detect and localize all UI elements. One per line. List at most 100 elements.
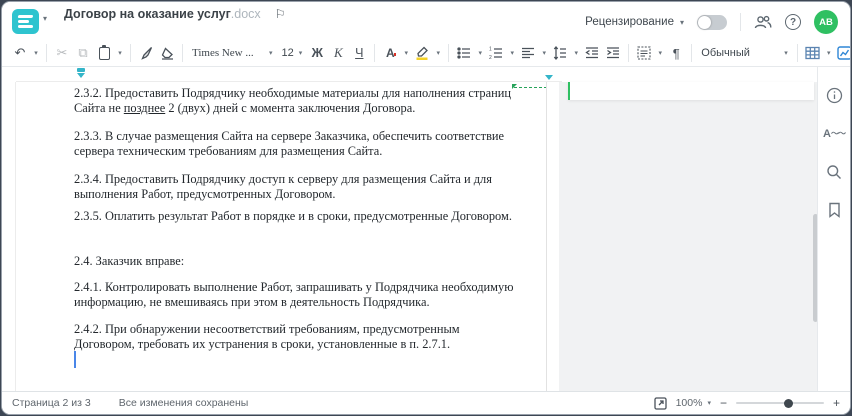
zoom-slider-thumb[interactable] xyxy=(784,398,794,408)
fit-to-width-icon[interactable] xyxy=(653,396,667,410)
status-bar: Страница 2 из 3 Все изменения сохранены … xyxy=(2,391,850,414)
undo-caret-icon[interactable]: ▾ xyxy=(31,42,41,64)
paragraph-style-value: Обычный xyxy=(701,47,750,59)
app-logo-icon[interactable] xyxy=(12,9,39,34)
left-indent-marker[interactable] xyxy=(77,73,85,78)
toolbar-divider xyxy=(46,44,47,62)
numbered-list-button[interactable]: 12 xyxy=(486,42,506,64)
zoom-in-button[interactable]: + xyxy=(833,396,840,410)
right-indent-marker[interactable] xyxy=(545,75,553,80)
app-window: ▾ Договор на оказание услуг.docx ⚐ Реценз… xyxy=(1,1,851,415)
undo-button[interactable]: ↶ xyxy=(10,42,30,64)
review-mode-label[interactable]: Рецензирование xyxy=(585,16,674,28)
underline-button[interactable]: Ч xyxy=(349,42,369,64)
page-indicator[interactable]: Страница 2 из 3 xyxy=(12,397,91,409)
bullet-list-button[interactable] xyxy=(454,42,474,64)
line-spacing-button[interactable] xyxy=(550,42,570,64)
clear-formatting-button[interactable] xyxy=(157,42,177,64)
toolbar: ↶ ▾ ✂ ⧉ ▾ Times New ... ▾ 12 ▾ Ж К Ч А ▾ xyxy=(2,40,850,67)
zoom-value[interactable]: 100% xyxy=(676,397,703,409)
flag-icon[interactable]: ⚐ xyxy=(275,7,286,21)
comment-anchor-connector xyxy=(512,84,546,89)
align-caret-icon[interactable]: ▾ xyxy=(539,42,549,64)
document-title-text: Договор на оказание услуг xyxy=(64,7,231,21)
font-name-caret-icon: ▾ xyxy=(269,50,273,57)
svg-text:1: 1 xyxy=(489,47,492,53)
comments-panel xyxy=(559,82,820,391)
vertical-ruler[interactable] xyxy=(2,82,16,391)
first-line-indent-marker[interactable] xyxy=(77,68,85,72)
toolbar-divider xyxy=(628,44,630,62)
spellcheck-icon[interactable]: А 〜〜 xyxy=(823,125,846,142)
clipboard-icon xyxy=(98,44,110,60)
bullet-list-caret-icon[interactable]: ▾ xyxy=(475,42,485,64)
font-color-caret-icon[interactable]: ▾ xyxy=(401,42,411,64)
font-size-caret-icon: ▾ xyxy=(298,50,303,57)
review-caret-icon[interactable]: ▾ xyxy=(680,18,684,27)
document-title: Договор на оказание услуг.docx ⚐ xyxy=(64,7,285,21)
paragraph-2-3-2[interactable]: 2.3.2. Предоставить Подрядчику необходим… xyxy=(74,86,516,116)
font-name-value: Times New ... xyxy=(192,47,254,59)
italic-button[interactable]: К xyxy=(328,42,348,64)
horizontal-ruler[interactable] xyxy=(16,67,562,82)
bold-button[interactable]: Ж xyxy=(307,42,327,64)
font-size-value: 12 xyxy=(281,47,294,59)
insert-chart-button[interactable] xyxy=(835,42,850,64)
line-spacing-caret-icon[interactable]: ▾ xyxy=(571,42,581,64)
format-painter-button[interactable] xyxy=(136,42,156,64)
review-toggle[interactable] xyxy=(697,14,727,30)
header-right: Рецензирование ▾ ? АВ xyxy=(585,10,838,34)
toolbar-divider xyxy=(130,44,131,62)
toolbar-divider xyxy=(374,44,376,62)
decrease-indent-button[interactable] xyxy=(582,42,602,64)
increase-indent-button[interactable] xyxy=(603,42,623,64)
copy-button[interactable]: ⧉ xyxy=(73,42,93,64)
paragraph-2-3-5[interactable]: 2.3.5. Оплатить результат Работ в порядк… xyxy=(74,209,516,224)
highlight-caret-icon[interactable]: ▾ xyxy=(433,42,443,64)
text-cursor xyxy=(74,351,76,368)
toolbar-divider xyxy=(182,44,183,62)
search-icon[interactable] xyxy=(826,163,843,180)
paragraph-style-select[interactable]: Обычный ▾ xyxy=(697,42,792,64)
document-info-icon[interactable] xyxy=(826,87,843,104)
table-caret-icon[interactable]: ▾ xyxy=(824,42,834,64)
paste-caret-icon[interactable]: ▾ xyxy=(115,42,125,64)
zoom-out-button[interactable]: − xyxy=(720,396,727,410)
paragraph-2-3-4[interactable]: 2.3.4. Предоставить Подрядчику доступ к … xyxy=(74,172,516,202)
inserted-text: позднее xyxy=(123,101,166,115)
svg-text:2: 2 xyxy=(489,55,492,60)
paragraph-style-caret-icon: ▾ xyxy=(784,50,788,57)
document-content[interactable]: 2.3.2. Предоставить Подрядчику необходим… xyxy=(16,82,546,352)
paragraph-settings-button[interactable] xyxy=(634,42,654,64)
zoom-caret-icon[interactable]: ▾ xyxy=(707,399,711,407)
bookmark-icon[interactable] xyxy=(826,201,843,218)
zoom-slider[interactable] xyxy=(735,398,824,408)
logo-menu-caret-icon[interactable]: ▾ xyxy=(43,14,47,23)
paragraph-2-3-3[interactable]: 2.3.3. В случае размещения Сайта на серв… xyxy=(74,129,516,159)
show-paragraph-marks-button[interactable]: ¶ xyxy=(666,42,686,64)
toolbar-divider xyxy=(691,44,693,62)
header-divider xyxy=(740,13,741,31)
toolbar-divider xyxy=(448,44,450,62)
highlight-color-button[interactable] xyxy=(412,42,432,64)
paragraph-2-4[interactable]: 2.4. Заказчик вправе: xyxy=(74,254,516,269)
document-page[interactable]: 2.3.2. Предоставить Подрядчику необходим… xyxy=(16,82,547,391)
numbered-list-caret-icon[interactable]: ▾ xyxy=(507,42,517,64)
font-size-select[interactable]: 12 ▾ xyxy=(278,42,307,64)
font-color-button[interactable]: А xyxy=(380,42,400,64)
document-title-extension: .docx xyxy=(230,7,261,21)
paragraph-2-4-2[interactable]: 2.4.2. При обнаружении несоответствий тр… xyxy=(74,322,516,352)
collaboration-users-icon[interactable] xyxy=(754,15,772,29)
user-avatar[interactable]: АВ xyxy=(814,10,838,34)
align-button[interactable] xyxy=(518,42,538,64)
help-icon[interactable]: ? xyxy=(785,14,801,30)
toolbar-divider xyxy=(796,44,798,62)
paragraph-settings-caret-icon[interactable]: ▾ xyxy=(655,42,665,64)
paragraph-2-4-1[interactable]: 2.4.1. Контролировать выполнение Работ, … xyxy=(74,280,516,310)
comment-thread[interactable] xyxy=(568,82,814,100)
cut-button[interactable]: ✂ xyxy=(52,42,72,64)
font-name-select[interactable]: Times New ... ▾ xyxy=(188,42,277,64)
paste-button[interactable] xyxy=(94,42,114,64)
table-button[interactable] xyxy=(803,42,823,64)
header: ▾ Договор на оказание услуг.docx ⚐ Реценз… xyxy=(2,2,850,40)
